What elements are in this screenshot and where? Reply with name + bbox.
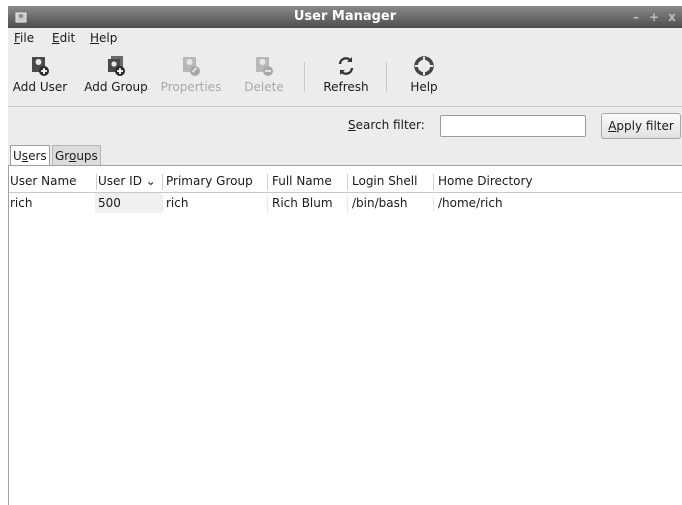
column-header-login-shell[interactable]: Login Shell — [352, 174, 417, 188]
column-divider — [267, 174, 268, 190]
delete-button[interactable]: Delete — [238, 55, 290, 101]
cell-divider — [347, 196, 348, 211]
users-panel: User Name User ID ⌄ Primary Group Full N… — [8, 165, 682, 505]
menu-file[interactable]: File — [14, 31, 34, 45]
lifebuoy-icon — [414, 56, 434, 76]
column-divider — [162, 174, 163, 190]
cell-home-directory: /home/rich — [438, 196, 503, 210]
menu-edit-label: dit — [59, 31, 76, 45]
window-title: User Manager — [293, 9, 397, 24]
add-user-icon — [32, 57, 49, 76]
refresh-label: Refresh — [323, 80, 369, 94]
help-button[interactable]: Help — [404, 55, 444, 101]
column-header-user-id[interactable]: User ID ⌄ — [98, 174, 156, 188]
toolbar: Add User Add Group Properties Delete Ref… — [8, 50, 682, 107]
menu-help[interactable]: Help — [90, 31, 117, 45]
add-group-label: Add Group — [84, 80, 148, 94]
delete-icon — [256, 57, 273, 76]
column-header-home-directory[interactable]: Home Directory — [438, 174, 533, 188]
help-label: Help — [410, 80, 438, 94]
tab-strip: Users Groups — [8, 145, 682, 166]
column-header-user-name[interactable]: User Name — [10, 174, 77, 188]
properties-label: Properties — [160, 80, 222, 94]
add-group-button[interactable]: Add Group — [82, 55, 150, 101]
tab-groups-label-start: Gr — [55, 149, 69, 163]
cell-primary-group: rich — [166, 196, 189, 210]
column-divider — [347, 174, 348, 190]
tab-groups[interactable]: Groups — [52, 145, 101, 166]
tab-groups-label-end: ups — [76, 149, 98, 163]
apply-filter-label: pply filter — [616, 119, 674, 133]
tab-users-label-start: U — [13, 149, 22, 163]
table-header: User Name User ID ⌄ Primary Group Full N… — [9, 172, 682, 193]
menu-help-mnemonic: H — [90, 31, 100, 45]
menu-help-label: elp — [99, 31, 118, 45]
cell-divider — [433, 196, 434, 211]
cell-full-name: Rich Blum — [272, 196, 333, 210]
menu-bar: File Edit Help — [8, 28, 682, 50]
tab-users-label-end: ers — [28, 149, 47, 163]
refresh-button[interactable]: Refresh — [318, 55, 374, 101]
add-group-icon — [108, 56, 125, 76]
cell-divider — [267, 196, 268, 211]
column-header-full-name[interactable]: Full Name — [272, 174, 332, 188]
add-user-button[interactable]: Add User — [12, 55, 68, 101]
title-bar[interactable]: User Manager – + x — [8, 6, 682, 28]
properties-icon — [183, 57, 200, 76]
table-row[interactable]: rich 500 rich Rich Blum /bin/bash /home/… — [9, 193, 682, 213]
properties-button[interactable]: Properties — [158, 55, 224, 101]
search-filter-input[interactable] — [440, 115, 586, 137]
cell-user-id: 500 — [98, 196, 121, 210]
menu-file-label: ile — [20, 31, 35, 45]
delete-label: Delete — [244, 80, 284, 94]
close-button[interactable]: x — [664, 9, 680, 25]
cell-divider — [162, 196, 163, 211]
column-header-primary-group[interactable]: Primary Group — [166, 174, 253, 188]
filter-bar: Search filter: Apply filter — [8, 107, 682, 145]
menu-edit-mnemonic: E — [52, 31, 60, 45]
column-divider — [96, 174, 97, 190]
search-filter-text: earch filter: — [355, 118, 425, 132]
column-divider — [433, 174, 434, 190]
toolbar-separator — [386, 62, 387, 92]
minimize-button[interactable]: – — [628, 9, 644, 25]
tab-users[interactable]: Users — [10, 145, 50, 166]
menu-edit[interactable]: Edit — [52, 31, 75, 45]
refresh-icon — [338, 57, 354, 75]
apply-filter-button[interactable]: Apply filter — [601, 113, 681, 139]
add-user-label: Add User — [12, 80, 68, 94]
search-filter-mnemonic: S — [348, 118, 356, 132]
maximize-button[interactable]: + — [646, 9, 662, 25]
cell-login-shell: /bin/bash — [352, 196, 408, 210]
toolbar-separator — [304, 62, 305, 92]
user-manager-window: User Manager – + x File Edit Help Add Us… — [8, 6, 682, 505]
sort-descending-icon: ⌄ — [145, 174, 156, 188]
cell-user-name: rich — [10, 196, 33, 210]
search-filter-label: Search filter: — [348, 118, 425, 132]
column-header-user-id-label: User ID — [98, 174, 142, 188]
